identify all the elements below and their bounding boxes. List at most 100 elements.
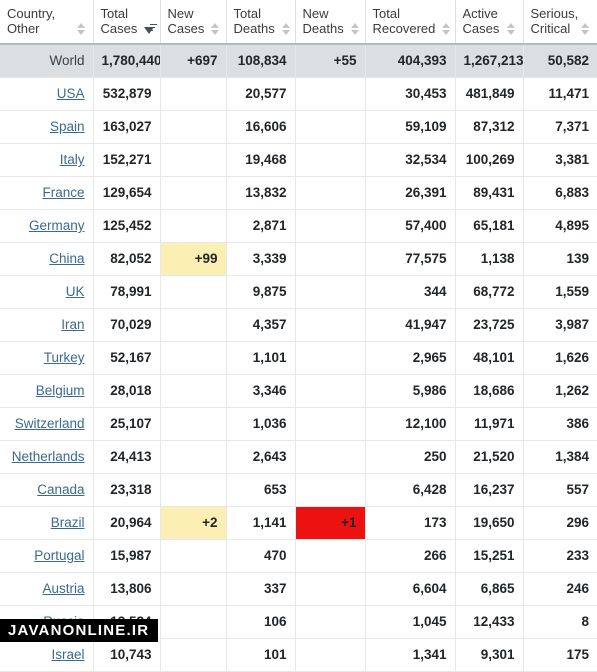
cell-country: Spain [0, 110, 94, 144]
country-link[interactable]: Switzerland [15, 416, 85, 431]
cell-new-deaths: +1 [295, 506, 366, 540]
country-link[interactable]: Austria [42, 581, 84, 596]
cell-active-cases: 15,251 [455, 539, 524, 573]
cell-country: Portugal [0, 539, 94, 573]
cell-total-deaths: 1,101 [226, 341, 296, 375]
column-header-line2: Deaths [302, 21, 344, 36]
column-header-active_cases[interactable]: Active Cases [455, 0, 524, 45]
cell-serious-critical: 1,626 [523, 341, 597, 375]
country-link[interactable]: Italy [60, 152, 85, 167]
cell-total-recovered: 30,453 [365, 77, 456, 111]
cell-serious-critical: 175 [523, 638, 597, 672]
column-header-serious[interactable]: Serious, Critical [523, 0, 597, 45]
column-header-total_recov[interactable]: Total Recovered [365, 0, 456, 45]
cell-active-cases: 87,312 [455, 110, 524, 144]
cell-new-cases: +697 [160, 44, 227, 78]
cell-total-deaths: 2,643 [226, 440, 296, 474]
sort-toggle-icon[interactable] [506, 22, 516, 35]
cell-total-deaths: 19,468 [226, 143, 296, 177]
cell-new-deaths [295, 374, 366, 408]
country-link[interactable]: France [42, 185, 84, 200]
table-row: France 129,654 13,832 26,391 89,431 6,883 [0, 176, 597, 210]
cell-new-cases [160, 110, 227, 144]
cell-total-deaths: 3,346 [226, 374, 296, 408]
cell-active-cases: 89,431 [455, 176, 524, 210]
country-link[interactable]: Brazil [51, 515, 85, 530]
cell-new-cases [160, 209, 227, 243]
column-header-new_cases[interactable]: New Cases [160, 0, 227, 45]
country-link[interactable]: UK [66, 284, 85, 299]
cell-total-cases: 70,029 [93, 308, 161, 342]
cell-new-deaths [295, 539, 366, 573]
cell-new-cases [160, 308, 227, 342]
cell-serious-critical: 7,371 [523, 110, 597, 144]
country-link[interactable]: Portugal [34, 548, 84, 563]
country-link[interactable]: Turkey [44, 350, 85, 365]
cell-new-deaths [295, 209, 366, 243]
cell-total-recovered: 6,428 [365, 473, 456, 507]
cell-total-cases: 532,879 [93, 77, 161, 111]
cell-total-deaths: 653 [226, 473, 296, 507]
cell-total-cases: 82,052 [93, 242, 161, 276]
column-header-line1: New [167, 6, 194, 21]
cell-serious-critical: 296 [523, 506, 597, 540]
cell-new-cases [160, 374, 227, 408]
header-row: Country, Other Total Cases New Cases Total Deat… [0, 0, 597, 45]
country-link[interactable]: Israel [51, 647, 84, 662]
cell-country: Germany [0, 209, 94, 243]
column-header-line1: Active [462, 6, 498, 21]
cell-serious-critical: 11,471 [523, 77, 597, 111]
column-header-line2: Other [7, 21, 40, 36]
cell-new-deaths [295, 242, 366, 276]
column-header-line1: Country, [7, 6, 56, 21]
column-header-line2: Recovered [372, 21, 436, 36]
cell-total-recovered: 57,400 [365, 209, 456, 243]
cell-total-recovered: 6,604 [365, 572, 456, 606]
country-link[interactable]: Spain [50, 119, 85, 134]
table-row: Brazil 20,964 +2 1,141 +1 173 19,650 296 [0, 506, 597, 540]
column-header-new_deaths[interactable]: New Deaths [295, 0, 366, 45]
sort-toggle-icon[interactable] [350, 22, 360, 35]
cell-new-deaths [295, 176, 366, 210]
cell-new-deaths [295, 110, 366, 144]
table-row: Italy 152,271 19,468 32,534 100,269 3,381 [0, 143, 597, 177]
cell-active-cases: 481,849 [455, 77, 524, 111]
column-header-line1: Serious, [530, 6, 579, 21]
cell-total-recovered: 41,947 [365, 308, 456, 342]
table-row: Turkey 52,167 1,101 2,965 48,101 1,626 [0, 341, 597, 375]
sort-toggle-icon[interactable] [281, 22, 291, 35]
cell-new-cases [160, 440, 227, 474]
cell-new-deaths [295, 308, 366, 342]
cell-serious-critical: 233 [523, 539, 597, 573]
cell-total-cases: 52,167 [93, 341, 161, 375]
cell-total-deaths: 20,577 [226, 77, 296, 111]
sort-toggle-icon[interactable] [211, 22, 220, 35]
sort-descending-icon[interactable] [144, 23, 158, 35]
country-link[interactable]: China [49, 251, 84, 266]
country-link[interactable]: USA [57, 86, 85, 101]
table-row: China 82,052 +99 3,339 77,575 1,138 139 [0, 242, 597, 276]
cell-new-cases [160, 605, 227, 639]
sort-toggle-icon[interactable] [581, 22, 590, 35]
sort-toggle-icon[interactable] [76, 22, 86, 35]
cell-active-cases: 12,433 [455, 605, 524, 639]
cell-active-cases: 18,686 [455, 374, 524, 408]
cell-total-deaths: 101 [226, 638, 296, 672]
country-link[interactable]: Belgium [36, 383, 85, 398]
country-link[interactable]: Iran [61, 317, 84, 332]
sort-toggle-icon[interactable] [442, 22, 451, 35]
cell-total-deaths: 106 [226, 605, 296, 639]
country-link[interactable]: Canada [37, 482, 84, 497]
country-link[interactable]: Germany [29, 218, 85, 233]
column-header-total_cases[interactable]: Total Cases [93, 0, 161, 45]
column-header-country[interactable]: Country, Other [0, 0, 94, 45]
column-header-total_deaths[interactable]: Total Deaths [226, 0, 296, 45]
cell-new-cases [160, 407, 227, 441]
cell-total-recovered: 2,965 [365, 341, 456, 375]
cell-serious-critical: 246 [523, 572, 597, 606]
country-link[interactable]: Netherlands [12, 449, 85, 464]
cell-country: Switzerland [0, 407, 94, 441]
cell-total-cases: 13,806 [93, 572, 161, 606]
cell-active-cases: 9,301 [455, 638, 524, 672]
table-row: Iran 70,029 4,357 41,947 23,725 3,987 [0, 308, 597, 342]
